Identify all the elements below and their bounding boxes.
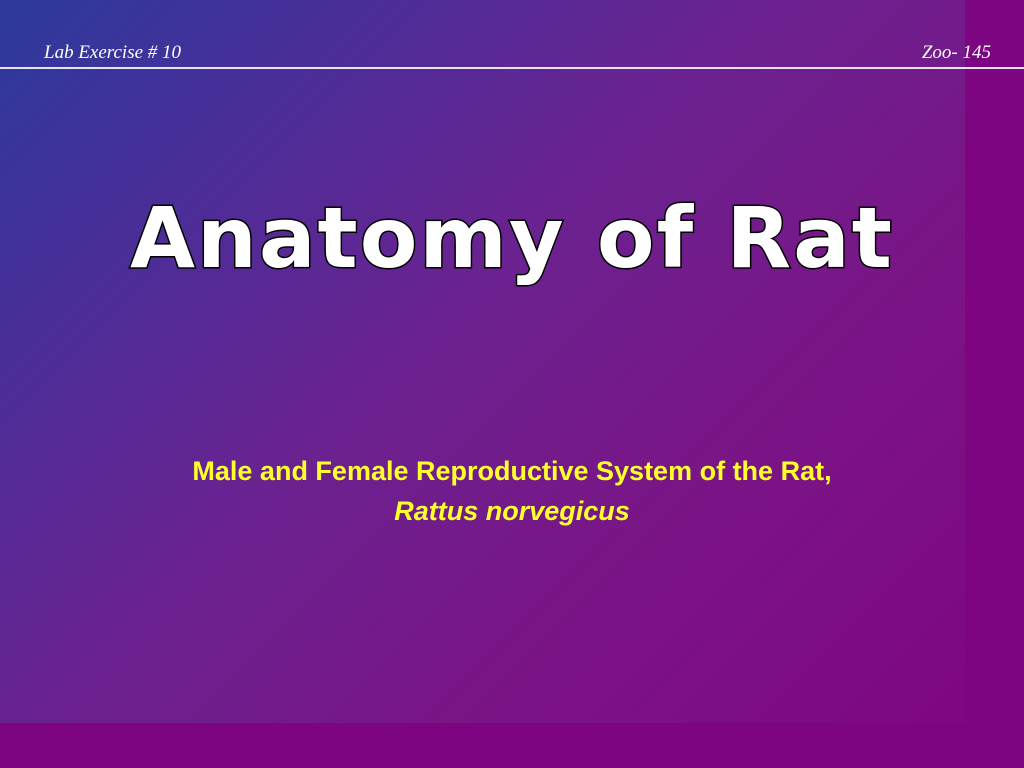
background-gradient: [0, 0, 965, 723]
lab-exercise-label: Lab Exercise # 10: [44, 42, 182, 63]
subtitle-line-1: Male and Female Reproductive System of t…: [192, 456, 832, 486]
header-divider: [0, 67, 1024, 69]
species-name: Rattus norvegicus: [394, 496, 630, 526]
slide-title: Anatomy of Rat: [129, 188, 894, 287]
slide-header: Lab Exercise # 10 Zoo- 145: [0, 0, 1024, 69]
slide: Lab Exercise # 10 Zoo- 145 Anatomy of Ra…: [0, 0, 1024, 768]
slide-subtitle: Male and Female Reproductive System of t…: [0, 451, 1024, 531]
course-code-label: Zoo- 145: [921, 42, 991, 63]
